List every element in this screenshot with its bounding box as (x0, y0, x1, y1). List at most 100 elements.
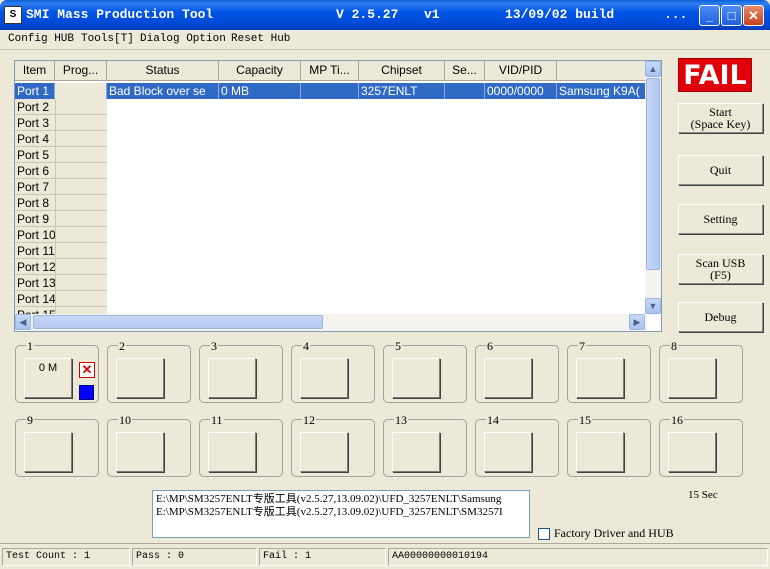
col-chipset[interactable]: Chipset (359, 61, 445, 81)
chevron-down-icon: ▼ (648, 301, 658, 311)
row-label-port-14[interactable]: Port 14 (15, 291, 55, 307)
progress-cell (55, 99, 107, 115)
row-label-port-5[interactable]: Port 5 (15, 147, 55, 163)
row-label-port-7[interactable]: Port 7 (15, 179, 55, 195)
port-button-10[interactable] (116, 432, 164, 472)
row-label-port-6[interactable]: Port 6 (15, 163, 55, 179)
port-number: 11 (210, 413, 224, 427)
minimize-button[interactable]: _ (699, 5, 720, 26)
log-output[interactable]: E:\MP\SM3257ENLT专版工具(v2.5.27,13.09.02)\U… (152, 490, 530, 538)
port-button-7[interactable] (576, 358, 624, 398)
x-mark-icon: ✕ (79, 362, 95, 378)
progress-cell (55, 275, 107, 291)
port-panel-14: 14 (475, 414, 559, 477)
horizontal-scrollbar[interactable]: ◀ ▶ (15, 314, 647, 331)
port-button-4[interactable] (300, 358, 348, 398)
menu-dialog-option[interactable]: Dialog Option (140, 33, 226, 45)
table-row-selected[interactable]: Port 1 Bad Block over se 0 MB 3257ENLT 0… (15, 83, 647, 99)
row-label-port-8[interactable]: Port 8 (15, 195, 55, 211)
port-button-14[interactable] (484, 432, 532, 472)
col-mp-time[interactable]: MP Ti... (301, 61, 359, 81)
scan-usb-button[interactable]: Scan USB (F5) (678, 254, 763, 284)
close-icon: ✕ (748, 8, 759, 23)
port-number: 9 (26, 413, 34, 427)
port-button-11[interactable] (208, 432, 256, 472)
port-number: 14 (486, 413, 500, 427)
cell-flash: Samsung K9A( (557, 83, 647, 99)
cell-progress (55, 83, 107, 99)
scroll-right-button[interactable]: ▶ (629, 314, 645, 330)
port-number: 16 (670, 413, 684, 427)
progress-cell (55, 195, 107, 211)
port-button-8[interactable] (668, 358, 716, 398)
menu-config-hub[interactable]: Config HUB (8, 33, 74, 45)
col-status[interactable]: Status (107, 61, 219, 81)
vertical-scroll-thumb[interactable] (646, 78, 660, 270)
port-number: 7 (578, 339, 586, 353)
port-button-2[interactable] (116, 358, 164, 398)
row-label-port-13[interactable]: Port 13 (15, 275, 55, 291)
port-button-13[interactable] (392, 432, 440, 472)
port-panel-9: 9 (15, 414, 99, 477)
app-icon[interactable]: S (4, 6, 22, 24)
menu-tools[interactable]: Tools[T] (81, 33, 134, 45)
port-button-6[interactable] (484, 358, 532, 398)
progress-cell (55, 211, 107, 227)
port-button-9[interactable] (24, 432, 72, 472)
col-serial[interactable]: Se... (445, 61, 485, 81)
row-label-port-2[interactable]: Port 2 (15, 99, 55, 115)
result-indicator: FAIL (678, 58, 752, 92)
progress-cell (55, 243, 107, 259)
port-panel-8: 8 (659, 340, 743, 403)
scroll-left-button[interactable]: ◀ (15, 314, 31, 330)
debug-button[interactable]: Debug (678, 302, 763, 332)
row-label-port-3[interactable]: Port 3 (15, 115, 55, 131)
setting-button[interactable]: Setting (678, 204, 763, 234)
port-number: 15 (578, 413, 592, 427)
test-count: Test Count : 1 (2, 548, 130, 566)
cell-vid-pid: 0000/0000 (485, 83, 557, 99)
port-button-12[interactable] (300, 432, 348, 472)
build-label: 13/09/02 build (505, 7, 615, 22)
port-number: 13 (394, 413, 408, 427)
close-button[interactable]: ✕ (743, 5, 764, 26)
progress-cell (55, 115, 107, 131)
row-label-port-10[interactable]: Port 10 (15, 227, 55, 243)
port-panel-6: 6 (475, 340, 559, 403)
port-button-1[interactable]: 0 M (24, 358, 72, 398)
menu-reset-hub[interactable]: Reset Hub (231, 33, 290, 45)
fail-count: Fail : 1 (259, 548, 386, 566)
col-vid-pid[interactable]: VID/PID (485, 61, 557, 81)
port-button-15[interactable] (576, 432, 624, 472)
vertical-scrollbar[interactable]: ▲ ▼ (645, 61, 661, 315)
maximize-icon: □ (727, 8, 736, 23)
row-label-port-11[interactable]: Port 11 (15, 243, 55, 259)
cell-chipset: 3257ENLT (359, 83, 445, 99)
col-progress[interactable]: Prog... (55, 61, 107, 81)
minimize-icon: _ (705, 8, 714, 23)
col-flash[interactable] (557, 61, 647, 81)
port-number: 2 (118, 339, 126, 353)
port-button-3[interactable] (208, 358, 256, 398)
maximize-button[interactable]: □ (721, 5, 742, 26)
col-item[interactable]: Item (15, 61, 55, 81)
chevron-up-icon: ▲ (648, 64, 658, 74)
col-capacity[interactable]: Capacity (219, 61, 301, 81)
factory-driver-checkbox[interactable] (538, 528, 550, 541)
chevron-left-icon: ◀ (19, 317, 27, 327)
scroll-down-button[interactable]: ▼ (645, 298, 661, 314)
chevron-right-icon: ▶ (633, 317, 641, 327)
horizontal-scroll-thumb[interactable] (33, 315, 323, 329)
factory-driver-option[interactable]: Factory Driver and HUB (538, 526, 674, 541)
port-button-16[interactable] (668, 432, 716, 472)
port-panel-13: 13 (383, 414, 467, 477)
row-label-port-9[interactable]: Port 9 (15, 211, 55, 227)
start-button[interactable]: Start (Space Key) (678, 103, 763, 133)
row-label-port-4[interactable]: Port 4 (15, 131, 55, 147)
cell-item: Port 1 (15, 83, 55, 99)
scroll-up-button[interactable]: ▲ (645, 61, 661, 77)
port-button-5[interactable] (392, 358, 440, 398)
row-label-port-12[interactable]: Port 12 (15, 259, 55, 275)
quit-button[interactable]: Quit (678, 155, 763, 185)
port-grid[interactable]: Item Prog... Status Capacity MP Ti... Ch… (14, 60, 662, 332)
